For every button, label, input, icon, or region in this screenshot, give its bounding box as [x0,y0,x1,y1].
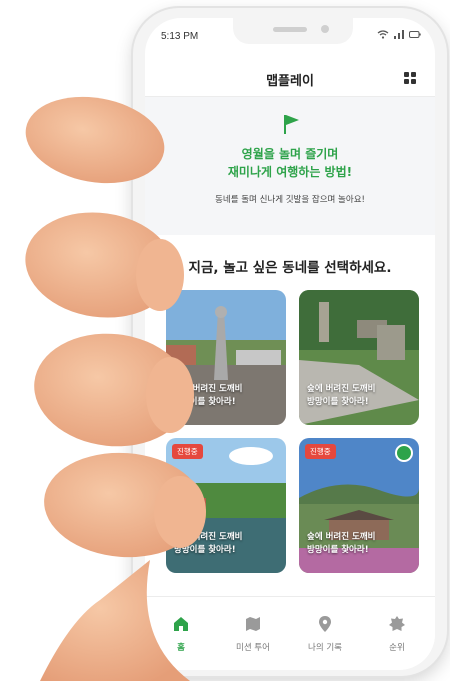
tab-ranking[interactable]: 순위 [361,615,433,653]
section-title: 지금, 놀고 싶은 동네를 선택하세요. [188,260,392,276]
location-pin-icon [319,616,331,632]
speaker [273,27,307,32]
flag-icon [284,115,299,134]
battery-icon [409,31,421,38]
tab-label: 순위 [389,643,405,653]
app-bar: 맵플레이 [145,60,435,97]
bottom-tab-bar: 홈 미션 투어 나의 기록 순위 [145,596,435,670]
home-icon [174,617,188,631]
hero-subtitle: 동네를 돌며 신나게 깃발을 잡으며 놀아요! [215,195,365,205]
map-icon [246,617,260,631]
card-caption: 숲에 버려진 도깨비 방망이를 찾아라! [307,532,376,555]
status-badge: 진행중 [305,444,336,459]
card-caption: 숲에 버려진 도깨비 방망이를 찾아라! [174,532,243,555]
hero-headline-1: 영월을 놀며 즐기며 [241,147,339,161]
location-pin-icon [395,444,413,462]
tab-label: 나의 기록 [308,643,342,653]
card-caption: 숲에 버려진 도깨비 방망이를 찾아라! [307,384,376,407]
wifi-icon [377,30,389,39]
mission-card-3[interactable]: 진행중 숲에 버려진 도깨비 방망이를 찾아라! [166,438,286,573]
tab-home[interactable]: 홈 [145,615,217,653]
card-caption: 숲에 버려진 도깨비 방망이를 찾아라! [174,384,243,407]
tab-label: 홈 [177,643,185,653]
tab-my-record[interactable]: 나의 기록 [289,615,361,653]
mission-card-4[interactable]: 진행중 숲에 버려진 도깨비 방망이를 찾아라! [299,438,419,573]
grid-menu-icon[interactable] [404,72,417,85]
signal-icon [394,30,405,39]
mission-card-2[interactable]: 숲에 버려진 도깨비 방망이를 찾아라! [299,290,419,425]
mission-card-1[interactable]: 숲에 버려진 도깨비 방망이를 찾아라! [166,290,286,425]
status-bar: 5:13 PM [145,18,435,52]
tab-mission-tour[interactable]: 미션 투어 [217,615,289,653]
hero-headline-2: 재미나게 여행하는 방법! [227,165,353,179]
badge-icon [389,616,405,631]
camera [321,25,329,33]
phone-screen: 5:13 PM 맵플레이 영월을 놀며 즐기며 재미나게 여행하는 방법! 동네… [145,18,435,670]
tab-label: 미션 투어 [236,643,270,653]
status-badge: 진행중 [172,444,203,459]
status-time: 5:13 PM [161,31,199,42]
app-title: 맵플레이 [266,74,314,89]
hero-banner: 영월을 놀며 즐기며 재미나게 여행하는 방법! 동네를 돌며 신나게 깃발을 … [145,97,435,235]
status-icons [377,30,421,42]
